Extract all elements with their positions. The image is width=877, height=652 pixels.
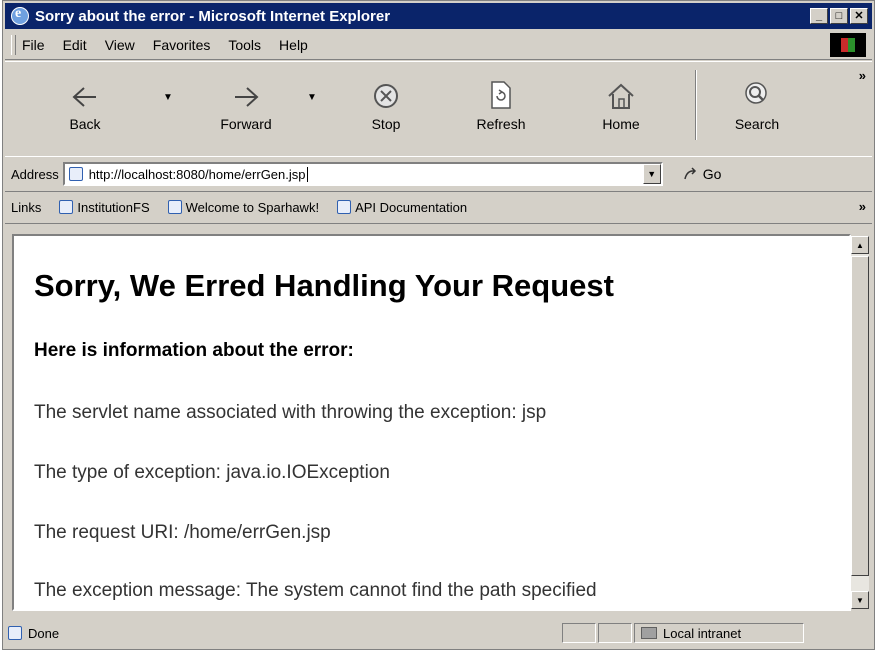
back-dropdown-icon[interactable]: ▼	[163, 92, 173, 103]
request-uri-line: The request URI: /home/errGen.jsp	[34, 522, 331, 543]
security-zone-panel: Local intranet	[634, 623, 804, 643]
page-icon	[59, 200, 74, 214]
link-label: Welcome to Sparhawk!	[185, 199, 320, 215]
window-title: Sorry about the error - Microsoft Intern…	[35, 7, 391, 25]
address-url[interactable]: http://localhost:8080/home/errGen.jsp	[89, 167, 306, 182]
toolbar-grip[interactable]	[11, 35, 16, 55]
go-button[interactable]: Go	[683, 166, 722, 182]
links-label: Links	[11, 199, 42, 215]
standard-toolbar: Back ▼ Forward ▼ Stop Refresh Home Searc…	[5, 61, 872, 157]
page-icon	[68, 167, 83, 181]
go-arrow-icon	[683, 167, 696, 180]
home-icon	[608, 83, 634, 109]
forward-dropdown-icon[interactable]: ▼	[307, 92, 317, 103]
link-label: InstitutionFS	[77, 199, 150, 215]
toolbar-more-icon[interactable]: »	[859, 68, 866, 83]
servlet-name-line: The servlet name associated with throwin…	[34, 402, 547, 423]
forward-label: Forward	[220, 116, 272, 132]
home-label: Home	[602, 116, 640, 132]
zone-label: Local intranet	[663, 625, 742, 641]
page-heading: Sorry, We Erred Handling Your Request	[34, 268, 614, 303]
scroll-thumb[interactable]	[851, 256, 869, 576]
stop-icon	[374, 84, 398, 108]
search-icon	[745, 82, 767, 104]
menu-file[interactable]: File	[22, 37, 45, 53]
menu-tools[interactable]: Tools	[228, 37, 261, 53]
window-controls: _ □ ✕	[810, 8, 868, 24]
status-panel	[598, 623, 632, 643]
page-icon	[337, 200, 352, 214]
close-button[interactable]: ✕	[850, 8, 868, 24]
title-bar: Sorry about the error - Microsoft Intern…	[5, 3, 872, 29]
forward-button[interactable]: Forward	[201, 70, 291, 132]
links-more-icon[interactable]: »	[859, 199, 866, 214]
go-label: Go	[702, 166, 722, 182]
stop-button[interactable]: Stop	[351, 70, 421, 132]
stop-label: Stop	[371, 116, 401, 132]
page-icon	[8, 626, 22, 640]
page-content: Sorry, We Erred Handling Your Request He…	[12, 234, 851, 611]
windows-throbber-icon	[830, 33, 866, 57]
search-label: Search	[734, 116, 780, 132]
link-welcome-sparhawk[interactable]: Welcome to Sparhawk!	[167, 199, 320, 215]
refresh-icon	[491, 81, 511, 109]
menu-edit[interactable]: Edit	[63, 37, 87, 53]
exception-type-line: The type of exception: java.io.IOExcepti…	[34, 462, 390, 483]
minimize-button[interactable]: _	[810, 8, 828, 24]
maximize-button[interactable]: □	[830, 8, 848, 24]
scroll-up-button[interactable]: ▲	[851, 236, 869, 254]
search-button[interactable]: Search	[717, 70, 797, 132]
exception-message-line: The exception message: The system cannot…	[34, 580, 597, 601]
scroll-down-button[interactable]: ▼	[851, 591, 869, 609]
status-panel	[562, 623, 596, 643]
menu-bar: File Edit View Favorites Tools Help	[5, 31, 872, 60]
address-input[interactable]: http://localhost:8080/home/errGen.jsp ▼	[62, 162, 663, 186]
page-icon	[167, 200, 182, 214]
forward-arrow-icon	[235, 87, 259, 107]
back-label: Back	[69, 116, 101, 132]
address-bar: Address http://localhost:8080/home/errGe…	[5, 156, 872, 192]
home-button[interactable]: Home	[581, 70, 661, 132]
text-caret	[306, 166, 308, 182]
status-main-panel: Done	[2, 626, 562, 641]
menu-help[interactable]: Help	[279, 37, 308, 53]
address-label: Address	[11, 166, 59, 182]
intranet-zone-icon	[641, 627, 657, 639]
menu-view[interactable]: View	[105, 37, 135, 53]
back-button[interactable]: Back	[45, 70, 125, 132]
address-dropdown-button[interactable]: ▼	[642, 164, 661, 184]
refresh-button[interactable]: Refresh	[461, 70, 541, 132]
page-subheading: Here is information about the error:	[34, 340, 354, 361]
status-bar: Done Local intranet	[2, 620, 875, 646]
menu-favorites[interactable]: Favorites	[153, 37, 211, 53]
links-bar: Links InstitutionFS Welcome to Sparhawk!…	[5, 191, 872, 224]
back-arrow-icon	[72, 87, 96, 107]
refresh-label: Refresh	[476, 116, 526, 132]
link-api-documentation[interactable]: API Documentation	[337, 200, 467, 215]
vertical-scrollbar[interactable]: ▲ ▼	[851, 236, 869, 609]
status-text: Done	[28, 625, 60, 641]
toolbar-separator	[695, 70, 697, 140]
link-institutionfs[interactable]: InstitutionFS	[59, 199, 150, 215]
link-label: API Documentation	[355, 199, 468, 215]
ie-logo-icon	[11, 6, 29, 25]
